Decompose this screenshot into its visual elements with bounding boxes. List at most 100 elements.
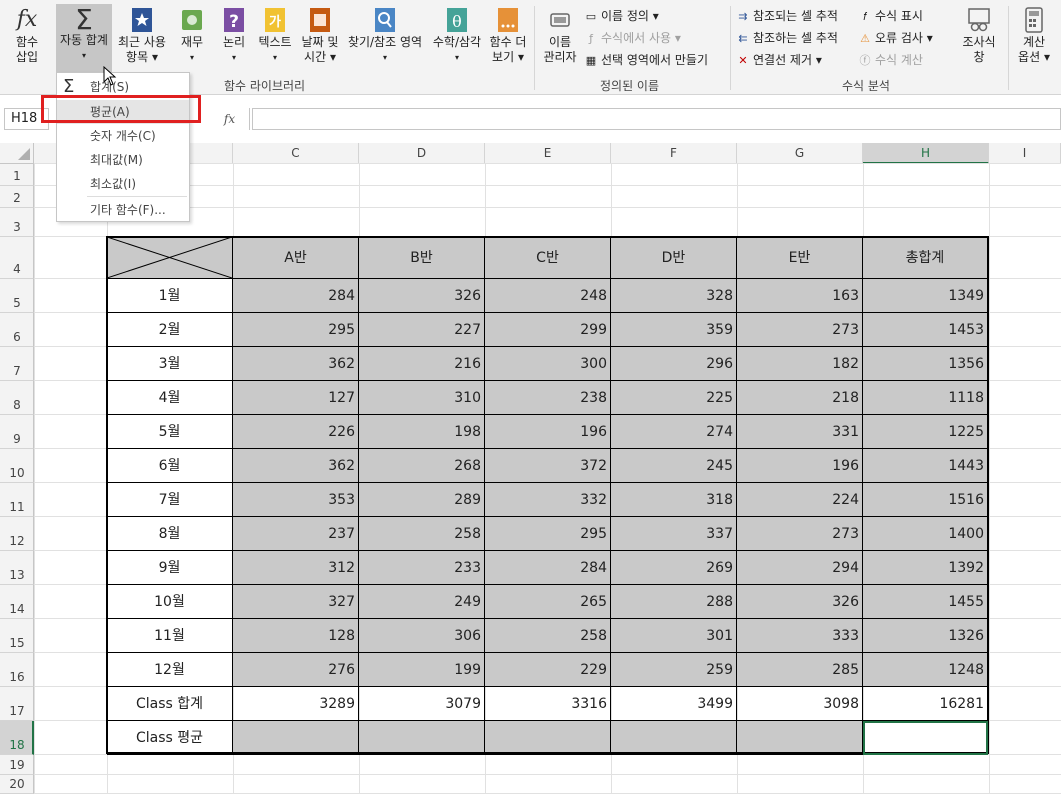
data-cell[interactable]: 163 — [737, 279, 863, 313]
data-cell[interactable]: 249 — [359, 585, 485, 619]
total-cell[interactable]: 3499 — [611, 687, 737, 721]
data-cell[interactable]: 227 — [359, 313, 485, 347]
row-header-5[interactable]: 5 — [0, 279, 34, 313]
column-label[interactable]: D반 — [611, 237, 737, 279]
total-cell[interactable]: 16281 — [863, 687, 988, 721]
data-cell[interactable]: 196 — [485, 415, 611, 449]
data-cell[interactable]: 296 — [611, 347, 737, 381]
financial-button[interactable]: 재무 ▾ — [172, 6, 212, 76]
data-cell[interactable]: 310 — [359, 381, 485, 415]
data-cell[interactable]: 218 — [737, 381, 863, 415]
data-cell[interactable]: 318 — [611, 483, 737, 517]
average-cell[interactable] — [359, 721, 485, 755]
column-header-h[interactable]: H — [863, 143, 989, 164]
watch-window-button[interactable]: 조사식 창 — [954, 6, 1004, 76]
row-header-1[interactable]: 1 — [0, 164, 34, 186]
data-cell[interactable]: 1516 — [863, 483, 988, 517]
average-cell[interactable] — [611, 721, 737, 755]
insert-function-fx-icon[interactable]: fx — [210, 108, 250, 130]
total-cell[interactable]: 3316 — [485, 687, 611, 721]
data-cell[interactable]: 332 — [485, 483, 611, 517]
data-cell[interactable]: 372 — [485, 449, 611, 483]
average-cell[interactable] — [233, 721, 359, 755]
row-header-18[interactable]: 18 — [0, 721, 34, 755]
total-label[interactable]: Class 합계 — [107, 687, 233, 721]
data-cell[interactable]: 1349 — [863, 279, 988, 313]
column-label[interactable]: C반 — [485, 237, 611, 279]
data-cell[interactable]: 1400 — [863, 517, 988, 551]
column-header-f[interactable]: F — [611, 143, 737, 164]
data-cell[interactable]: 238 — [485, 381, 611, 415]
formula-input[interactable] — [252, 108, 1061, 130]
data-cell[interactable]: 333 — [737, 619, 863, 653]
row-header-13[interactable]: 13 — [0, 551, 34, 585]
month-label[interactable]: 11월 — [107, 619, 233, 653]
data-cell[interactable]: 294 — [737, 551, 863, 585]
month-label[interactable]: 9월 — [107, 551, 233, 585]
row-header-12[interactable]: 12 — [0, 517, 34, 551]
data-cell[interactable]: 326 — [737, 585, 863, 619]
text-button[interactable]: 가 텍스트 ▾ — [254, 6, 296, 76]
data-cell[interactable]: 289 — [359, 483, 485, 517]
autosum-button[interactable]: Σ 자동 합계 ▾ — [56, 4, 112, 72]
data-cell[interactable]: 295 — [233, 313, 359, 347]
menu-item-max[interactable]: 최대값(M) — [57, 148, 189, 172]
create-from-selection-button[interactable]: ▦ 선택 영역에서 만들기 — [584, 52, 708, 69]
data-cell[interactable]: 1443 — [863, 449, 988, 483]
month-label[interactable]: 3월 — [107, 347, 233, 381]
data-cell[interactable]: 295 — [485, 517, 611, 551]
data-cell[interactable]: 1225 — [863, 415, 988, 449]
month-label[interactable]: 6월 — [107, 449, 233, 483]
data-cell[interactable]: 273 — [737, 313, 863, 347]
data-cell[interactable]: 331 — [737, 415, 863, 449]
data-cell[interactable]: 328 — [611, 279, 737, 313]
column-header-i[interactable]: I — [989, 143, 1061, 164]
show-formulas-button[interactable]: 𝑓 수식 표시 — [858, 8, 923, 25]
column-label[interactable]: E반 — [737, 237, 863, 279]
row-header-11[interactable]: 11 — [0, 483, 34, 517]
data-cell[interactable]: 229 — [485, 653, 611, 687]
datetime-button[interactable]: 날짜 및 시간 ▾ — [298, 6, 342, 76]
row-header-14[interactable]: 14 — [0, 585, 34, 619]
row-header-10[interactable]: 10 — [0, 449, 34, 483]
total-cell[interactable]: 3098 — [737, 687, 863, 721]
row-header-20[interactable]: 20 — [0, 775, 34, 794]
row-header-16[interactable]: 16 — [0, 653, 34, 687]
data-cell[interactable]: 1356 — [863, 347, 988, 381]
data-cell[interactable]: 128 — [233, 619, 359, 653]
logical-button[interactable]: ? 논리 ▾ — [216, 6, 252, 76]
month-label[interactable]: 12월 — [107, 653, 233, 687]
row-header-8[interactable]: 8 — [0, 381, 34, 415]
column-header-e[interactable]: E — [485, 143, 611, 164]
row-header-17[interactable]: 17 — [0, 687, 34, 721]
data-cell[interactable]: 288 — [611, 585, 737, 619]
data-cell[interactable]: 299 — [485, 313, 611, 347]
more-functions-button[interactable]: 함수 더 보기 ▾ — [488, 6, 528, 76]
data-cell[interactable]: 199 — [359, 653, 485, 687]
menu-item-min[interactable]: 최소값(I) — [57, 172, 189, 196]
month-label[interactable]: 2월 — [107, 313, 233, 347]
menu-item-count[interactable]: 숫자 개수(C) — [57, 124, 189, 148]
data-cell[interactable]: 284 — [485, 551, 611, 585]
data-cell[interactable]: 196 — [737, 449, 863, 483]
column-header-d[interactable]: D — [359, 143, 485, 164]
column-header-c[interactable]: C — [233, 143, 359, 164]
average-cell[interactable] — [485, 721, 611, 755]
data-cell[interactable]: 248 — [485, 279, 611, 313]
data-cell[interactable]: 258 — [359, 517, 485, 551]
data-cell[interactable]: 269 — [611, 551, 737, 585]
data-cell[interactable]: 265 — [485, 585, 611, 619]
select-all-corner[interactable] — [0, 143, 34, 164]
data-cell[interactable]: 1326 — [863, 619, 988, 653]
total-cell[interactable]: 3289 — [233, 687, 359, 721]
trace-precedents-button[interactable]: ⇉ 참조되는 셀 추적 — [736, 8, 838, 25]
month-label[interactable]: 8월 — [107, 517, 233, 551]
data-cell[interactable]: 362 — [233, 347, 359, 381]
data-cell[interactable]: 225 — [611, 381, 737, 415]
data-cell[interactable]: 306 — [359, 619, 485, 653]
row-header-19[interactable]: 19 — [0, 755, 34, 775]
data-cell[interactable]: 127 — [233, 381, 359, 415]
column-label[interactable]: A반 — [233, 237, 359, 279]
data-cell[interactable]: 182 — [737, 347, 863, 381]
data-cell[interactable]: 273 — [737, 517, 863, 551]
